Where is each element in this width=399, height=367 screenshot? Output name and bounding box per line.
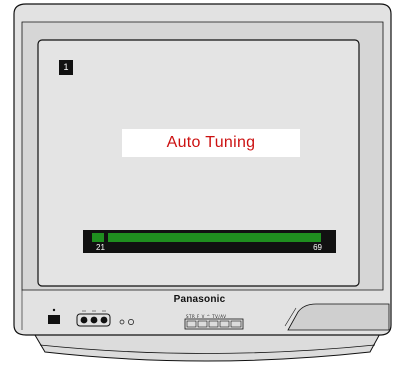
power-indicator-dot <box>52 308 56 312</box>
av-jack-video-icon <box>80 316 88 324</box>
range-start-label: 21 <box>96 243 105 252</box>
power-button[interactable] <box>48 315 60 324</box>
auto-tuning-banner: Auto Tuning <box>122 129 300 157</box>
tuning-progress-fill <box>108 233 321 242</box>
auto-tuning-title: Auto Tuning <box>166 134 256 151</box>
av-jack-audio-right-icon <box>100 316 108 324</box>
tuning-position-marker <box>92 233 104 242</box>
channel-indicator: 1 <box>59 60 73 75</box>
range-end-label: 69 <box>313 243 322 252</box>
front-control-labels: STR F V ^ TV/AV <box>186 314 227 319</box>
tuning-progress-band: 21 69 <box>83 230 336 253</box>
brand-logo-text: Panasonic <box>173 294 226 305</box>
on-screen-display: 1 Auto Tuning 21 69 <box>38 40 359 286</box>
front-control-buttons[interactable] <box>186 320 242 328</box>
side-panel <box>287 303 390 331</box>
av-jack-audio-left-icon <box>90 316 98 324</box>
